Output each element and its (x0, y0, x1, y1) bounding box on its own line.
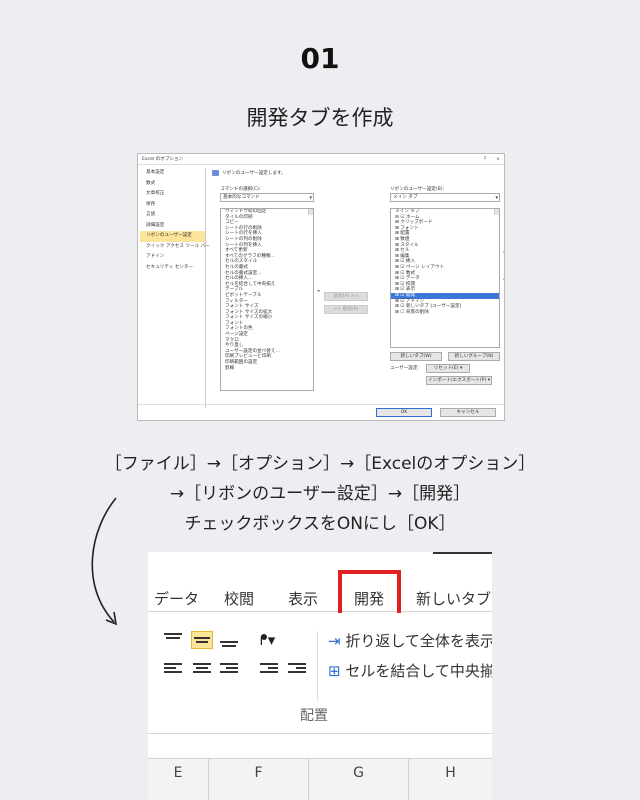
divider (317, 631, 318, 701)
dialog-footer: OK キャンセル (138, 404, 504, 420)
instruction-line-1: ［ファイル］→［オプション］→［Excelのオプション］ (104, 454, 536, 474)
group-label: 配置 (300, 708, 328, 724)
ribbon-screenshot: データ 校閲 表示 開発 新しいタブ ᖰ▾ ⇥ 折り返して全体を表示す ⊞ セル… (148, 552, 492, 800)
ribbon-tabs-combo[interactable]: メイン タブ (390, 193, 500, 202)
column-headers: E F G H (148, 759, 492, 800)
formula-bar[interactable] (148, 733, 492, 759)
remove-button[interactable]: << 削除(R) (324, 305, 368, 314)
dialog-titlebar: Excel のオプション ? × (138, 154, 504, 165)
reset-button[interactable]: リセット(E) ▾ (426, 364, 470, 373)
tab-data[interactable]: データ (154, 588, 199, 609)
sidebar-item[interactable]: 言語 (140, 210, 205, 221)
ribbon-tab-bar: データ 校閲 表示 開発 新しいタブ (148, 552, 492, 622)
new-tab-button[interactable]: 新しいタブ(W) (390, 352, 442, 361)
sidebar-item[interactable]: アドイン (140, 252, 205, 263)
ribbon-tabs-list[interactable]: メイン タブ ⊟ ☑ ホーム ⊞ クリップボード ⊞ フォント ⊞ 配置 ⊞ 数値… (390, 208, 500, 348)
sidebar-item[interactable]: クイック アクセス ツール バー (140, 242, 210, 253)
column-header[interactable]: H (408, 759, 492, 800)
commands-label: コマンドの選択(C): (220, 187, 261, 192)
tab-review[interactable]: 校閲 (224, 588, 254, 609)
cancel-button[interactable]: キャンセル (440, 408, 496, 417)
dialog-sidebar: 基本設定 数式 文章校正 保存 言語 詳細設定 リボンのユーザー設定 クイック アクセス ツー… (140, 168, 210, 408)
wrap-text-icon: ⇥ (328, 632, 341, 650)
left-list-scroll-icon[interactable]: ▸ (316, 288, 322, 294)
commands-combo[interactable]: 基本的なコマンド (220, 193, 314, 202)
close-icon[interactable]: × (496, 157, 500, 162)
wrap-text-label: 折り返して全体を表示す (345, 632, 492, 650)
user-settings-label: ユーザー設定: (390, 366, 420, 371)
align-left-icon[interactable] (164, 661, 186, 679)
commands-list[interactable]: ウィンドウ枠の固定 タイルの印刷 コピー シートの行の削除 シートの行を挿入 シートの列の… (220, 208, 314, 391)
dialog-title: Excel のオプション (142, 157, 184, 162)
sidebar-item[interactable]: リボンのユーザー設定 (140, 231, 205, 242)
sidebar-item[interactable]: 保存 (140, 200, 205, 211)
import-export-button[interactable]: インポート/エクスポート(P) ▾ (426, 376, 492, 385)
merge-center-label: セルを結合して中央揃え (345, 662, 492, 680)
add-button[interactable]: 追加(A) >> (324, 292, 368, 301)
scrollbar[interactable] (308, 209, 313, 215)
dialog-main: リボンのユーザー設定します。 コマンドの選択(C): 基本的なコマンド ウィンド… (212, 168, 504, 402)
divider (433, 552, 492, 554)
column-header[interactable]: F (208, 759, 308, 800)
ok-button[interactable]: OK (376, 408, 432, 417)
align-top-icon[interactable] (164, 631, 186, 649)
merge-center-icon: ⊞ (328, 662, 341, 680)
increase-indent-icon[interactable] (288, 661, 310, 679)
curved-arrow-icon (91, 497, 118, 626)
excel-options-dialog: Excel のオプション ? × 基本設定 数式 文章校正 保存 言語 詳細設定 リボンのユ… (137, 153, 505, 421)
move-down-icon[interactable]: ▼ (502, 278, 504, 284)
scrollbar[interactable] (494, 209, 499, 215)
sidebar-item[interactable]: 基本設定 (140, 168, 205, 179)
step-number: 01 (300, 42, 340, 75)
list-item[interactable]: 罫線 (221, 366, 313, 372)
sidebar-item[interactable]: 数式 (140, 179, 205, 190)
new-group-button[interactable]: 新しいグループ(N) (448, 352, 500, 361)
move-up-icon[interactable]: ▲ (502, 248, 504, 254)
sidebar-item[interactable]: 詳細設定 (140, 221, 205, 232)
align-center-icon[interactable] (193, 661, 215, 679)
tab-new-tab[interactable]: 新しいタブ (416, 588, 491, 609)
ribbon-icon (212, 170, 219, 176)
align-bottom-icon[interactable] (220, 635, 242, 653)
sidebar-item[interactable]: 文章校正 (140, 189, 205, 200)
sidebar-item[interactable]: セキュリティ センター (140, 263, 205, 274)
decrease-indent-icon[interactable] (260, 661, 282, 679)
header-text: リボンのユーザー設定します。 (222, 171, 286, 176)
column-header[interactable]: E (148, 759, 208, 800)
step-title: 開発タブを作成 (246, 106, 394, 130)
dialog-header: リボンのユーザー設定します。 (212, 168, 500, 178)
help-icon[interactable]: ? (484, 157, 486, 162)
ribbon-body: ᖰ▾ ⇥ 折り返して全体を表示す ⊞ セルを結合して中央揃え 配置 (148, 613, 492, 733)
wrap-text-button[interactable]: ⇥ 折り返して全体を表示す (328, 630, 492, 651)
merge-center-button[interactable]: ⊞ セルを結合して中央揃え (328, 660, 492, 681)
tab-view[interactable]: 表示 (288, 588, 318, 609)
ribbon-tabs-label: リボンのユーザー設定(B): (390, 187, 445, 192)
orientation-icon[interactable]: ᖰ▾ (260, 631, 282, 649)
list-item[interactable]: ⊞ ☐ 背景の削除 (391, 310, 499, 316)
align-middle-icon[interactable] (191, 631, 213, 649)
align-right-icon[interactable] (220, 661, 242, 679)
column-header[interactable]: G (308, 759, 408, 800)
